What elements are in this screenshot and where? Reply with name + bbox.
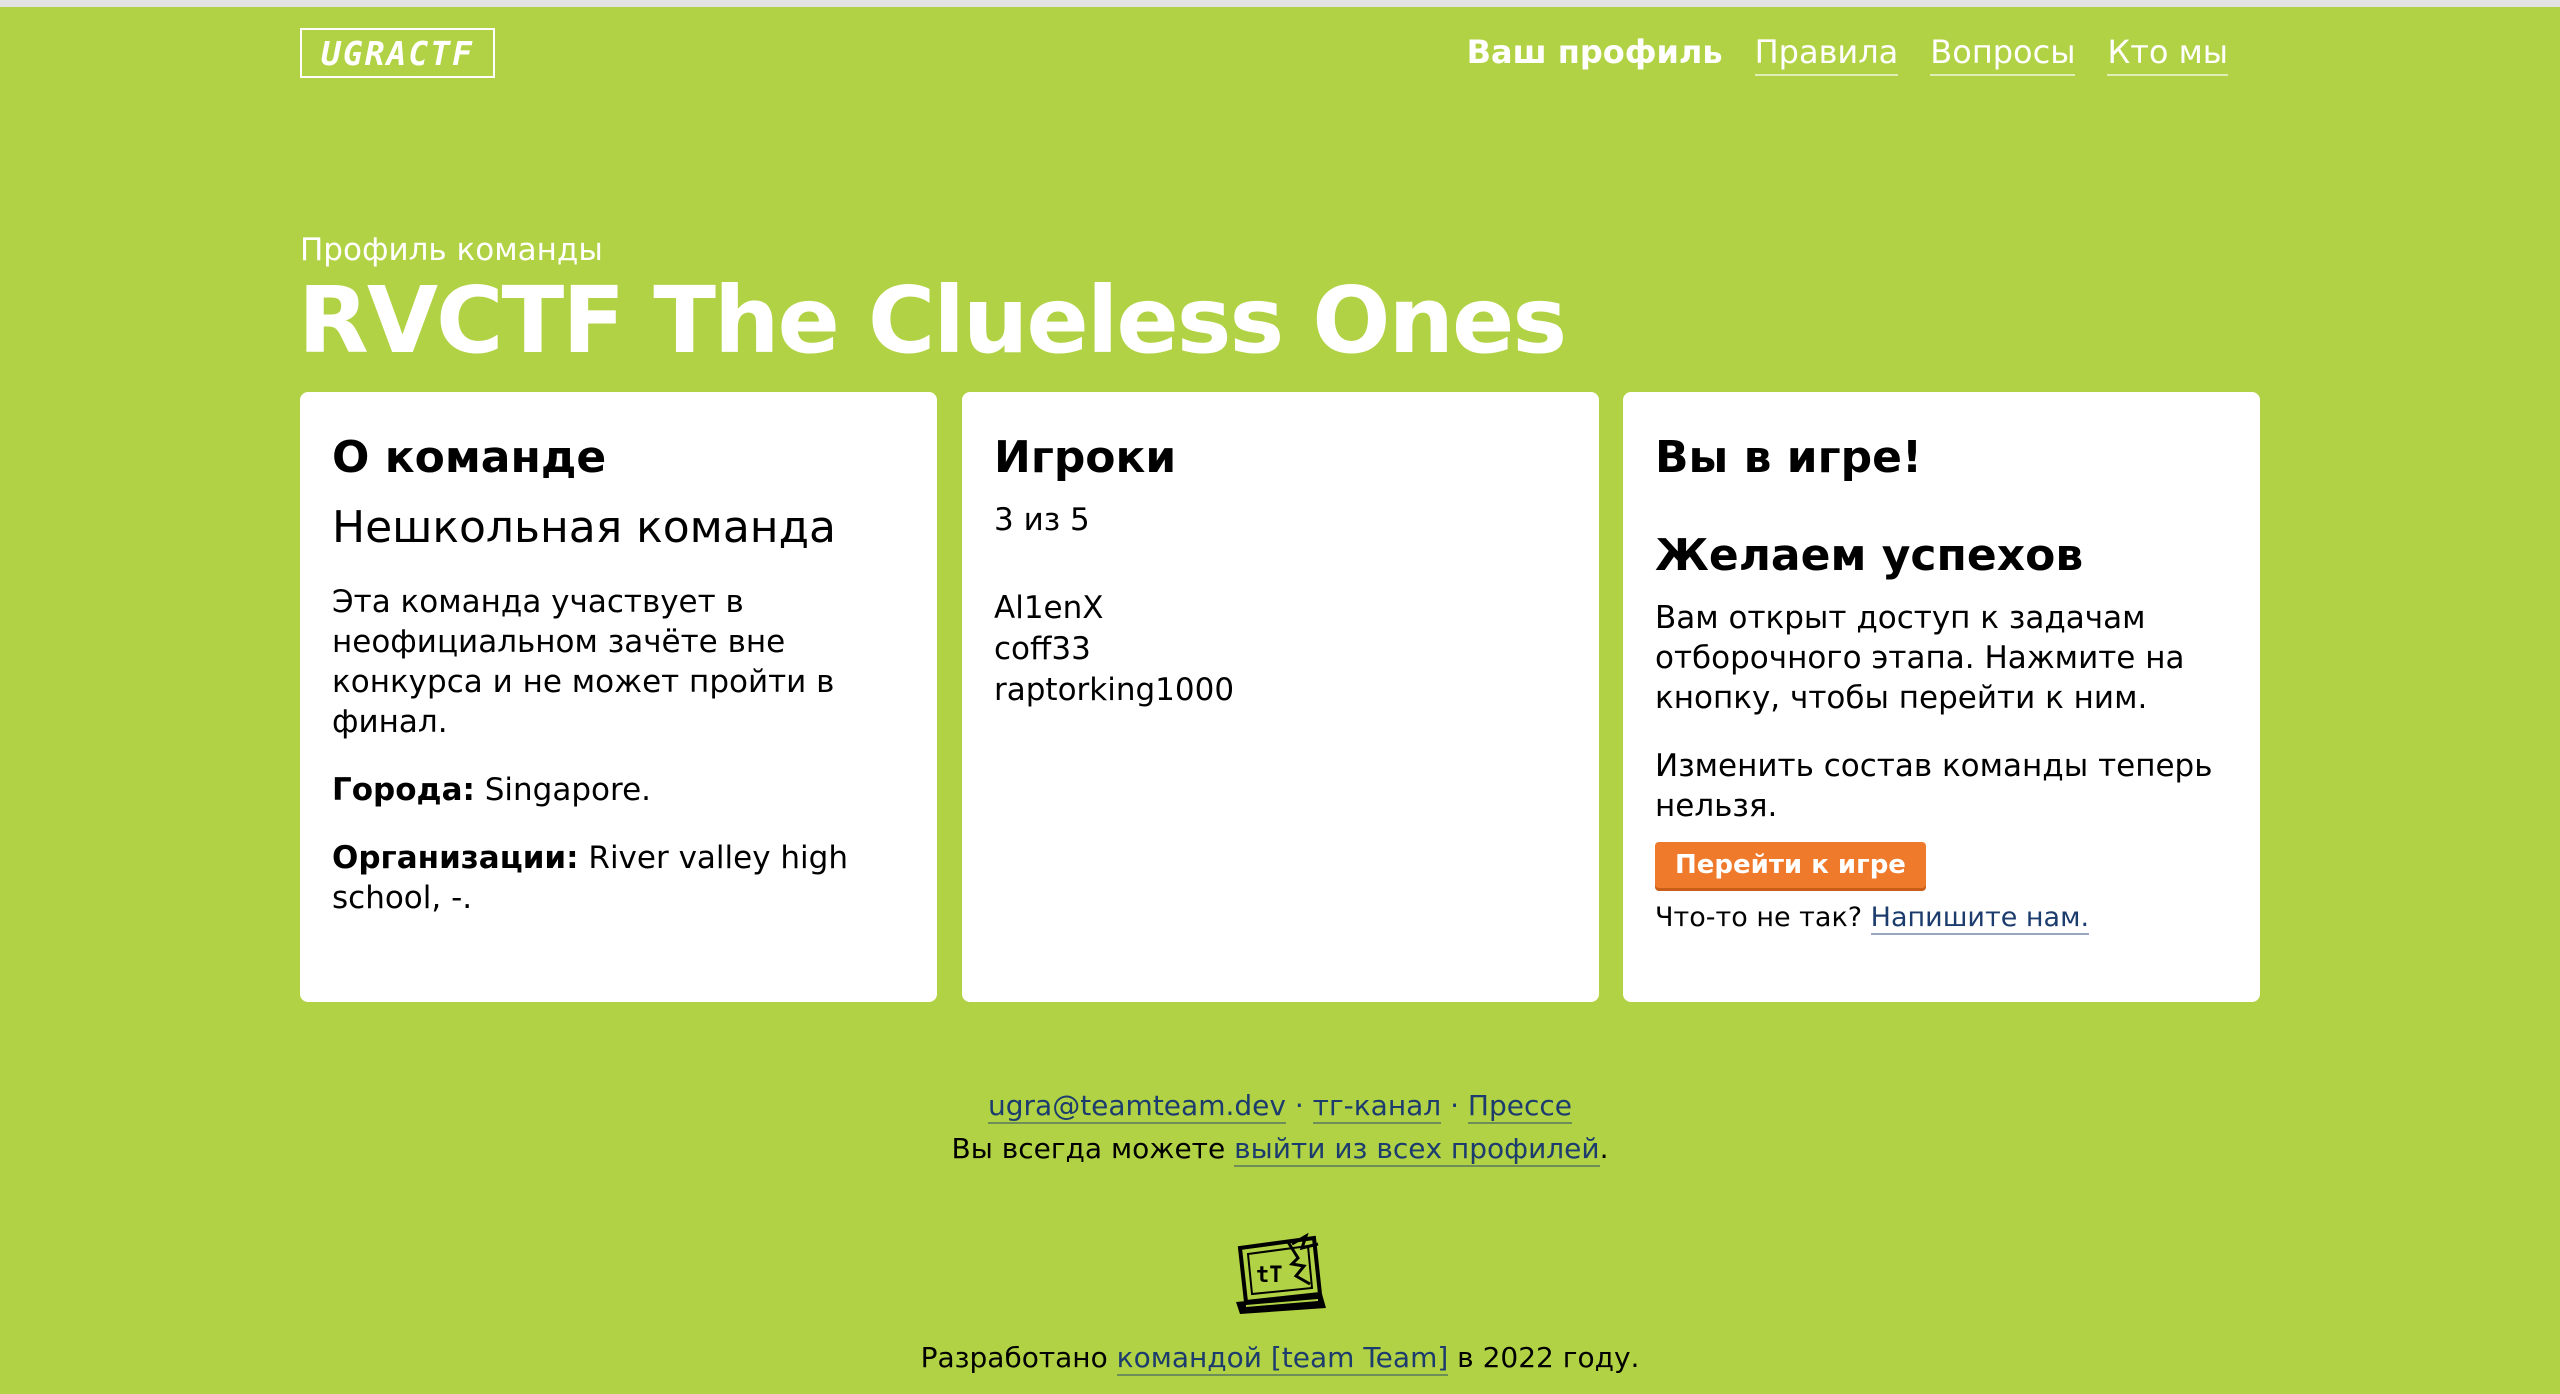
nav-rules[interactable]: Правила [1754, 30, 1899, 76]
team-cities: Города: Singapore. [332, 770, 905, 810]
email-link[interactable]: ugra@teamteam.dev [988, 1089, 1286, 1124]
logout-all-profiles-link[interactable]: выйти из всех профилей [1234, 1132, 1600, 1167]
page-title: RVCTF The Clueless Ones [298, 267, 1567, 374]
player-item: raptorking1000 [994, 672, 1235, 708]
credits-prefix: Разработано [920, 1341, 1117, 1374]
status-subheading: Желаем успехов [1655, 530, 2084, 581]
footer-links: ugra@teamteam.dev · тг-канал · Прессе [0, 1084, 2560, 1127]
svg-text:tT: tT [1256, 1263, 1283, 1288]
telegram-channel-link[interactable]: тг-канал [1312, 1089, 1442, 1124]
help-text: Что-то не так? Напишите нам. [1655, 900, 2228, 936]
players-list: Al1enX coff33 raptorking1000 [994, 588, 1567, 711]
browser-top-edge [0, 0, 2560, 7]
nav-questions[interactable]: Вопросы [1930, 30, 2076, 76]
team-type: Нешкольная команда [332, 502, 836, 553]
status-locked-text: Изменить состав команды теперь нельзя. [1655, 748, 2213, 824]
press-link[interactable]: Прессе [1467, 1089, 1572, 1124]
main-nav: Ваш профиль Правила Вопросы Кто мы [1467, 30, 2228, 76]
site-footer: ugra@teamteam.dev · тг-канал · Прессе Вы… [0, 1084, 2560, 1170]
nav-about-us[interactable]: Кто мы [2107, 30, 2228, 76]
players-card: Игроки 3 из 5 Al1enX coff33 raptorking10… [962, 392, 1599, 1002]
help-prefix: Что-то не так? [1655, 902, 1871, 933]
site-logo[interactable]: UGRACTF [300, 28, 495, 78]
about-heading: О команде [332, 432, 607, 483]
team-description: Эта команда участвует в неофициальном за… [332, 584, 835, 740]
nav-your-profile[interactable]: Ваш профиль [1467, 30, 1723, 76]
team-organizations: Организации: River valley high school, -… [332, 838, 905, 918]
logout-suffix: . [1599, 1132, 1609, 1165]
game-status-card: Вы в игре! Желаем успехов Вам открыт дос… [1623, 392, 2260, 1002]
status-access-text: Вам открыт доступ к задачам отборочного … [1655, 600, 2185, 716]
team-team-logo-icon[interactable]: tT [1232, 1232, 1328, 1316]
go-to-game-button[interactable]: Перейти к игре [1655, 842, 1926, 888]
players-heading: Игроки [994, 432, 1177, 483]
orgs-label: Организации: [332, 840, 579, 876]
credits-line: Разработано командой [team Team] в 2022 … [0, 1338, 2560, 1378]
footer-separator: · [1441, 1089, 1468, 1122]
player-item: coff33 [994, 631, 1091, 667]
cities-label: Города: [332, 772, 475, 808]
cities-value: Singapore. [474, 772, 651, 808]
about-team-card: О команде Нешкольная команда Эта команда… [300, 392, 937, 1002]
player-item: Al1enX [994, 590, 1104, 626]
contact-us-link[interactable]: Напишите нам. [1870, 902, 2090, 935]
logout-prefix: Вы всегда можете [951, 1132, 1235, 1165]
status-heading: Вы в игре! [1655, 432, 1923, 483]
site-header: UGRACTF Ваш профиль Правила Вопросы Кто … [300, 28, 2260, 82]
players-count: 3 из 5 [994, 502, 1090, 538]
credits-suffix: в 2022 году. [1448, 1341, 1640, 1374]
footer-separator: · [1285, 1089, 1313, 1122]
logout-note: Вы всегда можете выйти из всех профилей. [0, 1127, 2560, 1170]
team-team-link[interactable]: командой [team Team] [1116, 1341, 1449, 1376]
